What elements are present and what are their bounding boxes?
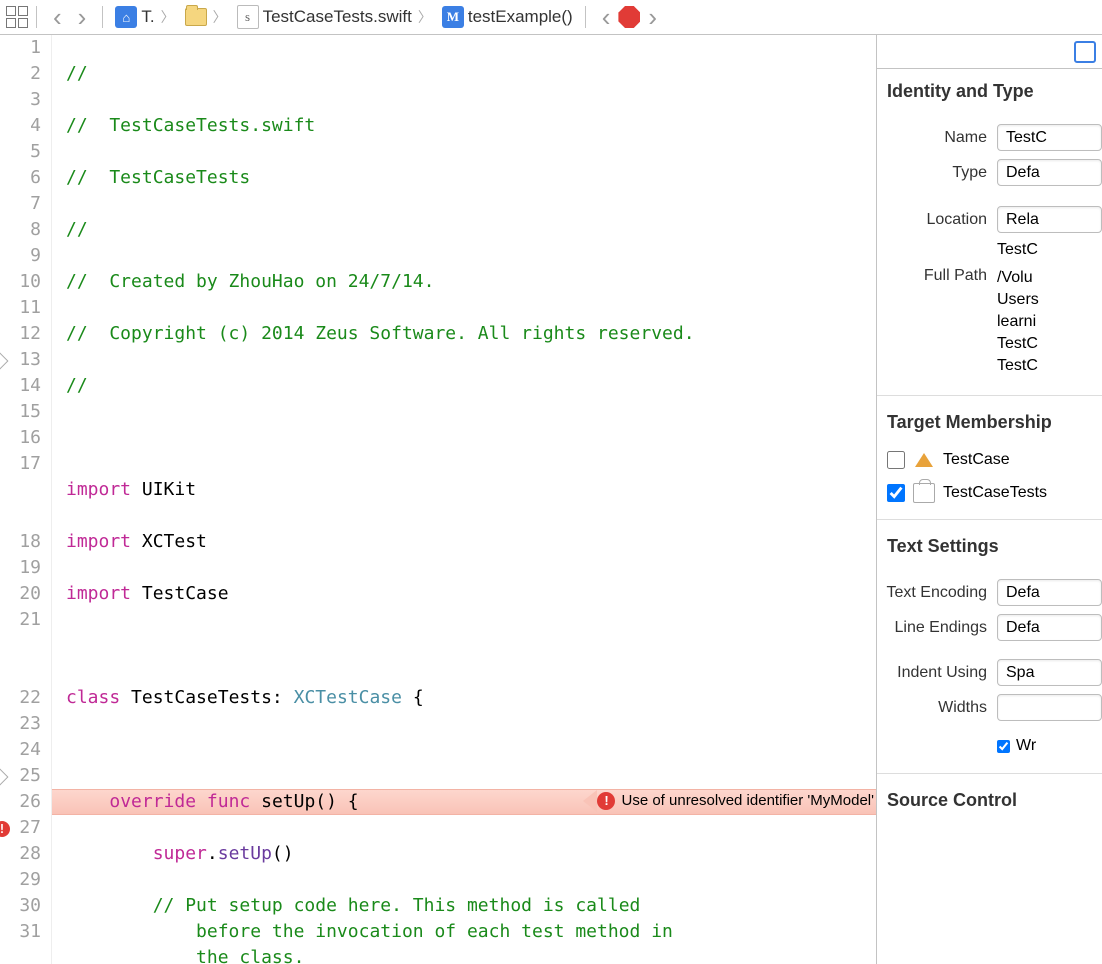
file-inspector: Identity and Type Name TestC Type Defa L…	[876, 35, 1102, 964]
fold-indicator-icon[interactable]	[0, 769, 8, 786]
code-content[interactable]: // // TestCaseTests.swift // TestCaseTes…	[52, 35, 876, 964]
chevron-icon: 〉	[211, 7, 229, 27]
widths-label: Widths	[877, 699, 997, 717]
name-field[interactable]: TestC	[997, 124, 1102, 151]
section-membership: Target Membership	[877, 400, 1102, 443]
type-select[interactable]: Defa	[997, 159, 1102, 186]
target-label: TestCaseTests	[943, 484, 1047, 502]
target-checkbox[interactable]	[887, 451, 905, 469]
wrap-label: Wr	[1016, 737, 1036, 755]
error-badge-icon: !	[597, 792, 615, 810]
code-editor[interactable]: 1234 5678 9101112 13 141516 17 181920 21…	[0, 35, 876, 964]
breadcrumb-project[interactable]: ⌂ T. 〉	[111, 6, 180, 28]
next-issue-button[interactable]: ›	[640, 2, 665, 33]
back-button[interactable]: ‹	[45, 2, 70, 33]
breadcrumb-label: T.	[141, 7, 154, 27]
inspector-tab-icon[interactable]	[1074, 41, 1096, 63]
location-select[interactable]: Rela	[997, 206, 1102, 233]
encoding-select[interactable]: Defa	[997, 579, 1102, 606]
error-text: Use of unresolved identifier 'MyModel'	[621, 788, 874, 814]
app-icon	[913, 449, 935, 471]
indent-select[interactable]: Spa	[997, 659, 1102, 686]
indent-label: Indent Using	[877, 664, 997, 682]
encoding-label: Text Encoding	[877, 584, 997, 602]
section-source-control: Source Control	[877, 778, 1102, 821]
target-label: TestCase	[943, 451, 1010, 469]
fullpath-label: Full Path	[877, 267, 997, 285]
error-icon[interactable]	[618, 6, 640, 28]
wrap-checkbox[interactable]	[997, 740, 1010, 753]
endings-select[interactable]: Defa	[997, 614, 1102, 641]
swift-file-icon: s	[237, 5, 259, 29]
bundle-icon	[913, 483, 935, 503]
fold-indicator-icon[interactable]	[0, 353, 8, 370]
fullpath-value: /Volu Users learni TestC TestC	[997, 267, 1102, 377]
target-row[interactable]: TestCaseTests	[877, 477, 1102, 509]
method-icon: M	[442, 6, 464, 28]
location-label: Location	[877, 211, 997, 229]
line-gutter: 1234 5678 9101112 13 141516 17 181920 21…	[0, 35, 52, 964]
widths-field[interactable]	[997, 694, 1102, 721]
related-items-icon[interactable]	[6, 6, 28, 28]
prev-issue-button[interactable]: ‹	[594, 2, 619, 33]
breadcrumb-method[interactable]: M testExample()	[438, 6, 577, 28]
endings-label: Line Endings	[877, 619, 997, 637]
section-identity: Identity and Type	[877, 69, 1102, 112]
breadcrumb-file[interactable]: s TestCaseTests.swift 〉	[233, 5, 438, 29]
jump-bar: ‹ › ⌂ T. 〉 〉 s TestCaseTests.swift 〉 M t…	[0, 0, 1102, 35]
breadcrumb-label: testExample()	[468, 7, 573, 27]
target-checkbox[interactable]	[887, 484, 905, 502]
breadcrumb-folder[interactable]: 〉	[181, 7, 233, 27]
breadcrumb-label: TestCaseTests.swift	[263, 7, 412, 27]
target-row[interactable]: TestCase	[877, 443, 1102, 477]
chevron-icon: 〉	[159, 7, 177, 27]
chevron-icon: 〉	[416, 7, 434, 27]
type-label: Type	[877, 164, 997, 182]
section-text-settings: Text Settings	[877, 524, 1102, 567]
forward-button[interactable]: ›	[70, 2, 95, 33]
folder-icon	[185, 8, 207, 26]
error-banner[interactable]: ! Use of unresolved identifier 'MyModel'	[597, 790, 874, 812]
name-label: Name	[877, 129, 997, 147]
inspector-tabs	[877, 35, 1102, 69]
error-gutter-icon[interactable]: !	[0, 821, 10, 837]
location-file: TestC	[997, 241, 1102, 259]
project-icon: ⌂	[115, 6, 137, 28]
